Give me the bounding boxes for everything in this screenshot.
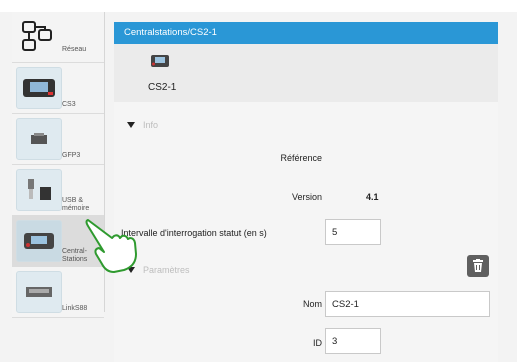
- breadcrumb: Centralstations/CS2-1: [124, 27, 217, 38]
- device-name: CS2-1: [148, 82, 177, 93]
- breadcrumb-bar: Centralstations/CS2-1: [114, 22, 498, 44]
- sidebar-item-reseau[interactable]: Réseau: [12, 12, 104, 63]
- cs3-device-icon: [16, 67, 62, 109]
- id-label: ID: [313, 338, 322, 348]
- links88-device-icon: [16, 271, 62, 313]
- sidebar-item-label: LinkS88: [62, 305, 88, 312]
- sidebar-item-label: Réseau: [62, 46, 87, 53]
- version-label: Version: [291, 192, 322, 202]
- name-label: Nom: [302, 299, 322, 309]
- usb-memory-icon: [16, 169, 62, 211]
- central-station-icon: [16, 220, 62, 262]
- app-window: Réseau CS3 GFP3 USB & mémoire Central-St…: [0, 0, 517, 362]
- section-title: Info: [143, 120, 159, 130]
- sidebar-item-cs3[interactable]: CS3: [12, 63, 104, 114]
- version-value: 4.1: [366, 192, 379, 202]
- central-station-icon: [150, 53, 170, 69]
- name-input[interactable]: [325, 291, 490, 317]
- section-info-toggle[interactable]: Info: [127, 120, 158, 130]
- id-input[interactable]: [325, 328, 381, 354]
- sidebar-item-label: USB & mémoire: [62, 197, 90, 212]
- device-panel: CS2-1: [114, 44, 498, 102]
- sidebar-item-usb-memoire[interactable]: USB & mémoire: [12, 165, 104, 216]
- sidebar-item-label: GFP3: [62, 152, 81, 159]
- section-title: Paramètres: [143, 265, 190, 275]
- sidebar-item-gfp3[interactable]: GFP3: [12, 114, 104, 165]
- trash-icon: [473, 259, 483, 272]
- sidebar-item-label: CS3: [62, 101, 76, 108]
- top-strip: [0, 0, 517, 12]
- delete-button[interactable]: [467, 255, 489, 277]
- reference-label: Référence: [280, 153, 322, 163]
- caret-down-icon: [127, 122, 135, 128]
- pointer-hand-icon: [85, 219, 137, 273]
- interval-input[interactable]: [325, 219, 381, 245]
- gfp3-device-icon: [16, 118, 62, 160]
- network-icon: [16, 16, 60, 56]
- sidebar-item-links88[interactable]: LinkS88: [12, 267, 104, 318]
